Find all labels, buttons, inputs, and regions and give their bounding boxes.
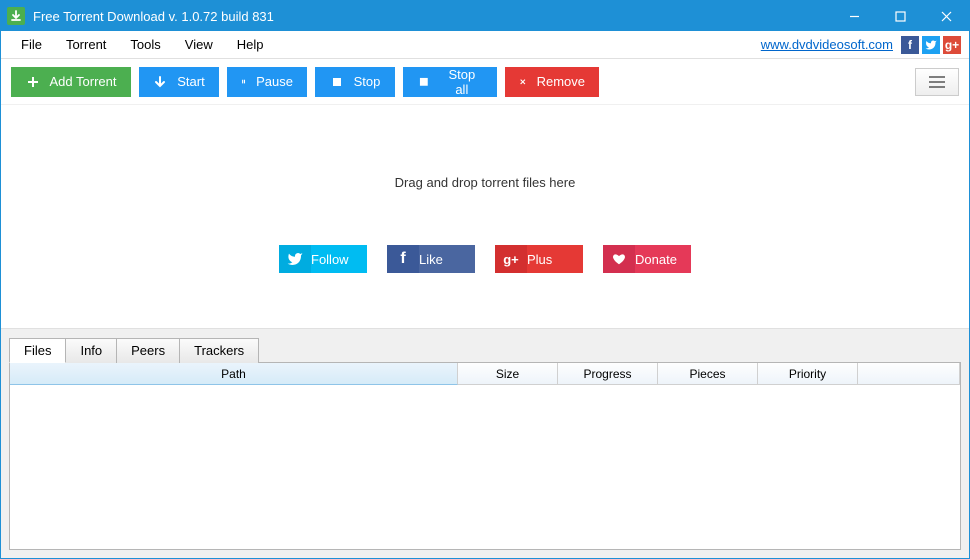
close-button[interactable]	[923, 1, 969, 31]
twitter-icon	[279, 245, 311, 273]
donate-button[interactable]: Donate	[603, 245, 691, 273]
menu-button[interactable]	[915, 68, 959, 96]
twitter-icon[interactable]	[922, 36, 940, 54]
drop-hint-text: Drag and drop torrent files here	[395, 175, 576, 190]
pause-button[interactable]: Pause	[227, 67, 307, 97]
column-progress[interactable]: Progress	[558, 363, 658, 385]
toolbar: Add Torrent Start Pause Stop Stop all Re…	[1, 59, 969, 105]
table-header: Path Size Progress Pieces Priority	[10, 363, 960, 385]
column-path[interactable]: Path	[10, 363, 458, 385]
pause-label: Pause	[256, 74, 293, 89]
remove-button[interactable]: Remove	[505, 67, 599, 97]
plus-label: Plus	[527, 252, 583, 267]
stop-icon	[417, 75, 431, 89]
follow-button[interactable]: Follow	[279, 245, 367, 273]
plus-icon	[26, 75, 40, 89]
tab-peers[interactable]: Peers	[116, 338, 180, 363]
app-icon	[7, 7, 25, 25]
tab-files[interactable]: Files	[9, 338, 66, 363]
tab-trackers[interactable]: Trackers	[179, 338, 259, 363]
files-table: Path Size Progress Pieces Priority	[9, 362, 961, 550]
stop-all-label: Stop all	[441, 67, 483, 97]
column-pieces[interactable]: Pieces	[658, 363, 758, 385]
like-label: Like	[419, 252, 475, 267]
x-icon	[519, 75, 527, 89]
facebook-icon: f	[387, 245, 419, 273]
follow-label: Follow	[311, 252, 367, 267]
down-arrow-icon	[153, 75, 167, 89]
menubar: File Torrent Tools View Help www.dvdvide…	[1, 31, 969, 59]
menu-help[interactable]: Help	[225, 33, 276, 56]
stop-icon	[330, 75, 344, 89]
googleplus-icon[interactable]: g+	[943, 36, 961, 54]
like-button[interactable]: f Like	[387, 245, 475, 273]
add-torrent-button[interactable]: Add Torrent	[11, 67, 131, 97]
minimize-button[interactable]	[831, 1, 877, 31]
window-title: Free Torrent Download v. 1.0.72 build 83…	[33, 9, 831, 24]
table-body	[10, 385, 960, 549]
stop-label: Stop	[354, 74, 381, 89]
menu-file[interactable]: File	[9, 33, 54, 56]
add-torrent-label: Add Torrent	[50, 74, 117, 89]
titlebar: Free Torrent Download v. 1.0.72 build 83…	[1, 1, 969, 31]
column-size[interactable]: Size	[458, 363, 558, 385]
drop-area[interactable]: Drag and drop torrent files here Follow …	[1, 105, 969, 328]
column-priority[interactable]: Priority	[758, 363, 858, 385]
menu-view[interactable]: View	[173, 33, 225, 56]
tabs-row: Files Info Peers Trackers	[9, 337, 961, 362]
menu-torrent[interactable]: Torrent	[54, 33, 118, 56]
menu-tools[interactable]: Tools	[118, 33, 172, 56]
facebook-icon[interactable]: f	[901, 36, 919, 54]
start-button[interactable]: Start	[139, 67, 219, 97]
website-link[interactable]: www.dvdvideosoft.com	[761, 37, 893, 52]
googleplus-icon: g+	[495, 245, 527, 273]
bottom-panel: Files Info Peers Trackers Path Size Prog…	[1, 328, 969, 558]
pause-icon	[241, 75, 246, 89]
plus-button[interactable]: g+ Plus	[495, 245, 583, 273]
column-spacer	[858, 363, 960, 385]
stop-all-button[interactable]: Stop all	[403, 67, 497, 97]
stop-button[interactable]: Stop	[315, 67, 395, 97]
tab-info[interactable]: Info	[65, 338, 117, 363]
remove-label: Remove	[537, 74, 585, 89]
start-label: Start	[177, 74, 204, 89]
heart-icon	[603, 245, 635, 273]
donate-label: Donate	[635, 252, 691, 267]
maximize-button[interactable]	[877, 1, 923, 31]
